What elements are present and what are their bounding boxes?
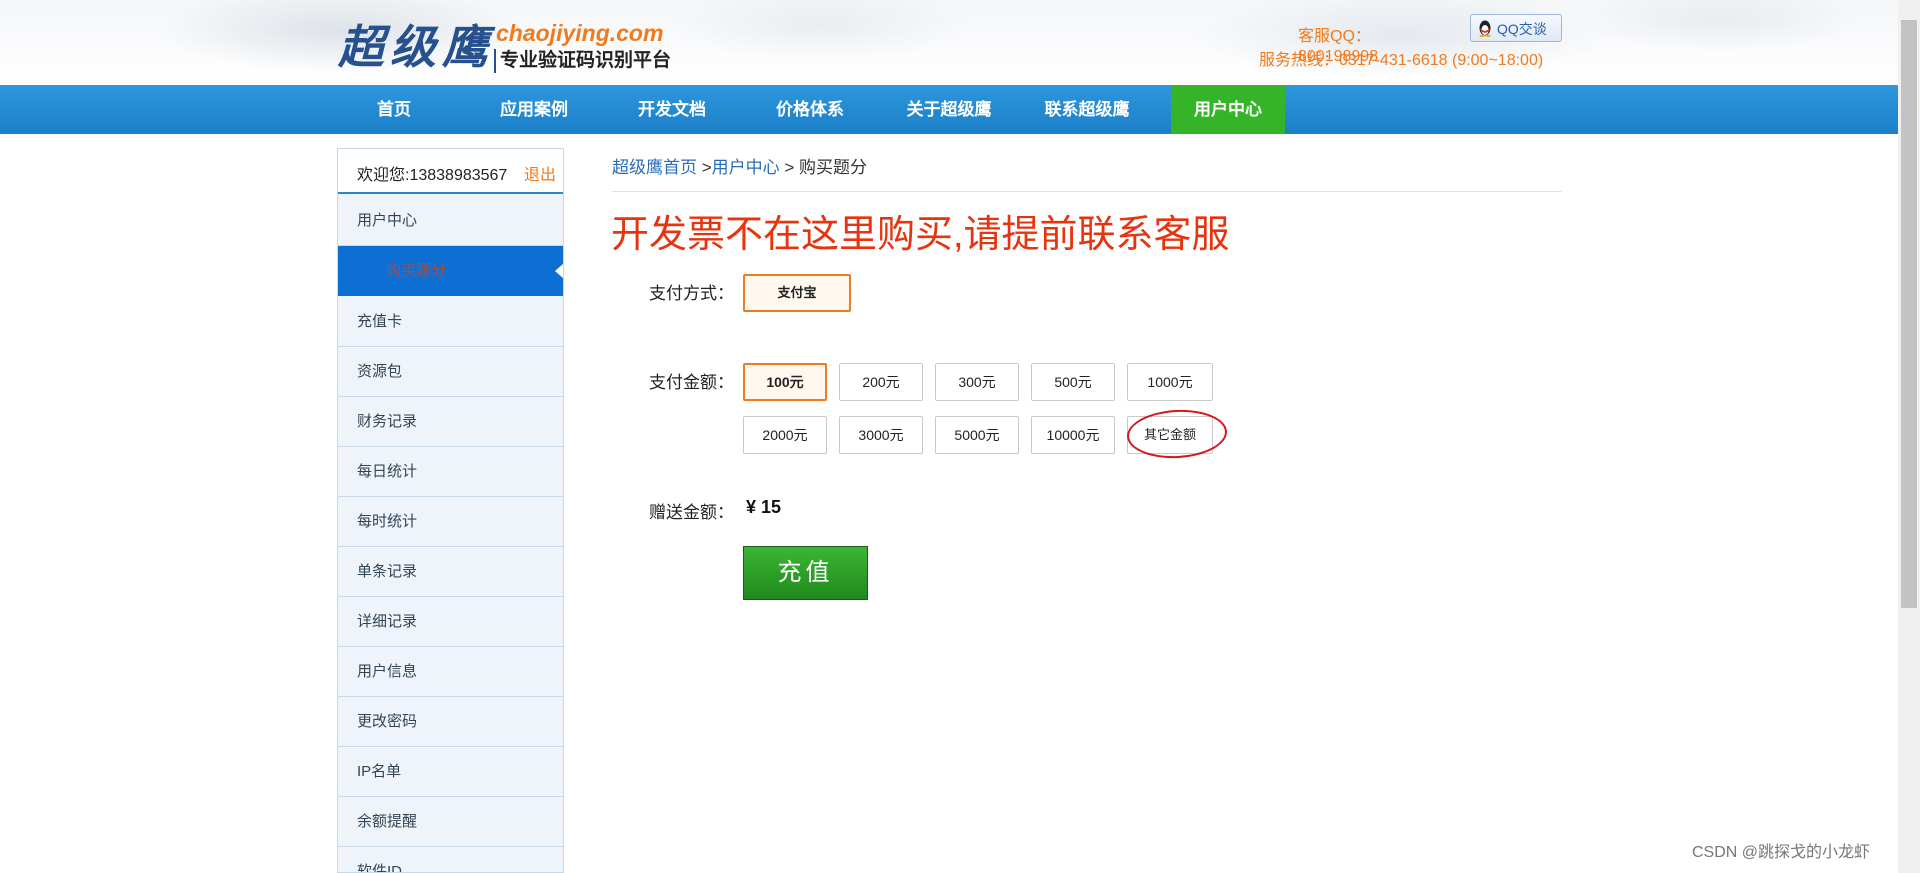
amount-option-300[interactable]: 300元 <box>935 363 1019 401</box>
user-sidebar: 欢迎您:13838983567 退出 用户中心 购买题分 充值卡 资源包 财务记… <box>337 148 564 873</box>
nav-item-home[interactable]: 首页 <box>354 85 434 134</box>
csdn-watermark: CSDN @跳探戈的小龙虾 <box>1692 844 1871 861</box>
sidebar-item-detail-records[interactable]: 详细记录 <box>338 597 563 647</box>
nav-item-user-center[interactable]: 用户中心 <box>1171 85 1285 134</box>
qq-penguin-icon <box>1479 20 1491 37</box>
sidebar-item-label: 购买题分 <box>386 262 447 279</box>
breadcrumb-user-center[interactable]: 用户中心 <box>712 158 780 177</box>
logout-link[interactable]: 退出 <box>524 167 556 185</box>
invoice-notice: 开发票不在这里购买,请提前联系客服 <box>611 214 1230 256</box>
service-hotline-text: 服务热线：0317-431-6618 (9:00~18:00) <box>1259 52 1544 69</box>
pay-method-label: 支付方式： <box>649 284 734 303</box>
world-map-background <box>0 0 1898 85</box>
nav-item-contact[interactable]: 联系超级鹰 <box>1034 85 1140 134</box>
qq-chat-button[interactable]: QQ交谈 <box>1470 14 1562 42</box>
breadcrumb-divider <box>612 191 1562 192</box>
bonus-label: 赠送金额： <box>649 503 734 522</box>
nav-item-cases[interactable]: 应用案例 <box>488 85 580 134</box>
sidebar-item-daily-stats[interactable]: 每日统计 <box>338 447 563 497</box>
amount-option-1000[interactable]: 1000元 <box>1127 363 1213 401</box>
sidebar-item-software-id[interactable]: 软件ID <box>338 847 563 872</box>
welcome-text: 欢迎您:13838983567 <box>357 167 508 184</box>
qq-chat-label: QQ交谈 <box>1497 21 1547 37</box>
breadcrumb: 超级鹰首页 >用户中心 > 购买题分 <box>612 158 867 178</box>
site-logo[interactable]: 超级鹰 chaojiying.com 专业验证码识别平台 <box>338 18 678 76</box>
sidebar-item-balance-alert[interactable]: 余额提醒 <box>338 797 563 847</box>
logo-subtitle: 专业验证码识别平台 <box>494 49 671 73</box>
amount-option-500[interactable]: 500元 <box>1031 363 1115 401</box>
pay-method-alipay[interactable]: 支付宝 <box>743 274 851 312</box>
main-nav: 首页 应用案例 开发文档 价格体系 关于超级鹰 联系超级鹰 用户中心 <box>0 85 1898 134</box>
sidebar-item-hourly-stats[interactable]: 每时统计 <box>338 497 563 547</box>
sidebar-item-user-info[interactable]: 用户信息 <box>338 647 563 697</box>
amount-option-2000[interactable]: 2000元 <box>743 416 827 454</box>
recharge-button[interactable]: 充值 <box>743 546 868 600</box>
welcome-bar: 欢迎您:13838983567 退出 <box>338 149 563 194</box>
bonus-value: ¥ 15 <box>746 497 782 517</box>
amount-option-5000[interactable]: 5000元 <box>935 416 1019 454</box>
sidebar-item-single-records[interactable]: 单条记录 <box>338 547 563 597</box>
sidebar-item-user-center[interactable]: 用户中心 <box>338 196 563 246</box>
breadcrumb-separator: > <box>697 158 712 177</box>
logo-url-text: chaojiying.com <box>496 20 664 46</box>
sidebar-item-finance-records[interactable]: 财务记录 <box>338 397 563 447</box>
site-header: 超级鹰 chaojiying.com 专业验证码识别平台 客服QQ：800198… <box>0 0 1898 85</box>
selected-pointer-icon <box>555 263 563 279</box>
amount-option-3000[interactable]: 3000元 <box>839 416 923 454</box>
scrollbar-thumb[interactable] <box>1901 20 1917 608</box>
sidebar-item-buy-points[interactable]: 购买题分 <box>338 246 563 296</box>
nav-item-about[interactable]: 关于超级鹰 <box>896 85 1002 134</box>
breadcrumb-current: 购买题分 <box>799 158 868 177</box>
logo-chinese-text: 超级鹰 <box>338 20 494 74</box>
sidebar-item-ip-list[interactable]: IP名单 <box>338 747 563 797</box>
breadcrumb-home[interactable]: 超级鹰首页 <box>612 158 697 177</box>
nav-item-docs[interactable]: 开发文档 <box>626 85 718 134</box>
breadcrumb-separator: > <box>779 158 800 177</box>
nav-item-pricing[interactable]: 价格体系 <box>764 85 856 134</box>
amount-option-10000[interactable]: 10000元 <box>1031 416 1115 454</box>
amount-option-100[interactable]: 100元 <box>743 363 827 401</box>
sidebar-item-change-password[interactable]: 更改密码 <box>338 697 563 747</box>
vertical-scrollbar[interactable] <box>1898 0 1920 873</box>
sidebar-item-recharge-card[interactable]: 充值卡 <box>338 297 563 347</box>
sidebar-item-resource-pack[interactable]: 资源包 <box>338 347 563 397</box>
pay-amount-label: 支付金额： <box>649 373 734 392</box>
amount-option-200[interactable]: 200元 <box>839 363 923 401</box>
